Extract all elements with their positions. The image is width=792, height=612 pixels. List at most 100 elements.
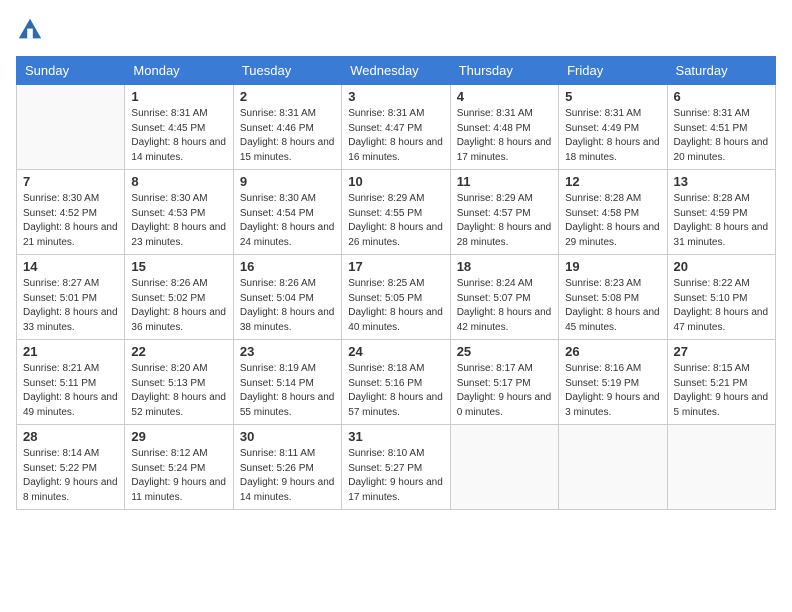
day-info: Sunrise: 8:23 AM Sunset: 5:08 PM Dayligh… xyxy=(565,277,660,335)
day-info: Sunrise: 8:25 AM Sunset: 5:05 PM Dayligh… xyxy=(348,277,443,335)
calendar-cell: 2 Sunrise: 8:31 AM Sunset: 4:46 PM Daylig… xyxy=(233,85,341,170)
calendar-cell: 13 Sunrise: 8:28 AM Sunset: 4:59 PM Dayli… xyxy=(667,170,775,255)
day-number: 31 xyxy=(348,429,443,444)
col-header-tuesday: Tuesday xyxy=(233,57,341,85)
calendar-cell: 28Sunrise: 8:14 AM Sunset: 5:22 PM Dayli… xyxy=(17,425,125,510)
day-number: 12 xyxy=(565,174,660,189)
calendar-cell: 23Sunrise: 8:19 AM Sunset: 5:14 PM Dayli… xyxy=(233,340,341,425)
day-number: 1 xyxy=(131,89,226,104)
calendar-cell: 26 Sunrise: 8:16 AM Sunset: 5:19 PM Dayli… xyxy=(559,340,667,425)
calendar-cell: 25 Sunrise: 8:17 AM Sunset: 5:17 PM Dayli… xyxy=(450,340,558,425)
day-info: Sunrise: 8:11 AM Sunset: 5:26 PM Dayligh… xyxy=(240,447,335,505)
calendar-cell: 19 Sunrise: 8:23 AM Sunset: 5:08 PM Dayli… xyxy=(559,255,667,340)
logo-icon xyxy=(16,16,44,44)
calendar-cell: 16 Sunrise: 8:26 AM Sunset: 5:04 PM Dayli… xyxy=(233,255,341,340)
day-number: 18 xyxy=(457,259,552,274)
calendar-cell: 9 Sunrise: 8:30 AM Sunset: 4:54 PM Daylig… xyxy=(233,170,341,255)
day-info: Sunrise: 8:30 AM Sunset: 4:52 PM Dayligh… xyxy=(23,192,118,250)
day-info: Sunrise: 8:31 AM Sunset: 4:47 PM Dayligh… xyxy=(348,107,443,165)
day-number: 13 xyxy=(674,174,769,189)
day-number: 15 xyxy=(131,259,226,274)
day-number: 27 xyxy=(674,344,769,359)
day-info: Sunrise: 8:10 AM Sunset: 5:27 PM Dayligh… xyxy=(348,447,443,505)
day-info: Sunrise: 8:17 AM Sunset: 5:17 PM Dayligh… xyxy=(457,362,552,420)
calendar-cell: 30 Sunrise: 8:11 AM Sunset: 5:26 PM Dayli… xyxy=(233,425,341,510)
day-number: 2 xyxy=(240,89,335,104)
day-info: Sunrise: 8:20 AM Sunset: 5:13 PM Dayligh… xyxy=(131,362,226,420)
col-header-monday: Monday xyxy=(125,57,233,85)
calendar-cell xyxy=(667,425,775,510)
day-number: 9 xyxy=(240,174,335,189)
day-info: Sunrise: 8:16 AM Sunset: 5:19 PM Dayligh… xyxy=(565,362,660,420)
calendar-cell: 5 Sunrise: 8:31 AM Sunset: 4:49 PM Daylig… xyxy=(559,85,667,170)
day-number: 25 xyxy=(457,344,552,359)
calendar-cell xyxy=(450,425,558,510)
day-number: 16 xyxy=(240,259,335,274)
day-number: 11 xyxy=(457,174,552,189)
day-info: Sunrise: 8:30 AM Sunset: 4:53 PM Dayligh… xyxy=(131,192,226,250)
calendar-week-row: 21 Sunrise: 8:21 AM Sunset: 5:11 PM Dayli… xyxy=(17,340,776,425)
calendar-cell: 8 Sunrise: 8:30 AM Sunset: 4:53 PM Daylig… xyxy=(125,170,233,255)
day-info: Sunrise: 8:29 AM Sunset: 4:57 PM Dayligh… xyxy=(457,192,552,250)
day-number: 29 xyxy=(131,429,226,444)
day-info: Sunrise: 8:21 AM Sunset: 5:11 PM Dayligh… xyxy=(23,362,118,420)
day-info: Sunrise: 8:18 AM Sunset: 5:16 PM Dayligh… xyxy=(348,362,443,420)
calendar-cell: 4 Sunrise: 8:31 AM Sunset: 4:48 PM Daylig… xyxy=(450,85,558,170)
calendar-cell xyxy=(17,85,125,170)
calendar-week-row: 14 Sunrise: 8:27 AM Sunset: 5:01 PM Dayli… xyxy=(17,255,776,340)
day-number: 28 xyxy=(23,429,118,444)
calendar-cell: 14 Sunrise: 8:27 AM Sunset: 5:01 PM Dayli… xyxy=(17,255,125,340)
col-header-thursday: Thursday xyxy=(450,57,558,85)
day-number: 6 xyxy=(674,89,769,104)
day-info: Sunrise: 8:29 AM Sunset: 4:55 PM Dayligh… xyxy=(348,192,443,250)
day-number: 24 xyxy=(348,344,443,359)
day-info: Sunrise: 8:26 AM Sunset: 5:02 PM Dayligh… xyxy=(131,277,226,335)
calendar-cell: 31 Sunrise: 8:10 AM Sunset: 5:27 PM Dayli… xyxy=(342,425,450,510)
day-info: Sunrise: 8:15 AM Sunset: 5:21 PM Dayligh… xyxy=(674,362,769,420)
day-number: 10 xyxy=(348,174,443,189)
calendar-cell: 27 Sunrise: 8:15 AM Sunset: 5:21 PM Dayli… xyxy=(667,340,775,425)
day-info: Sunrise: 8:31 AM Sunset: 4:48 PM Dayligh… xyxy=(457,107,552,165)
day-number: 3 xyxy=(348,89,443,104)
day-number: 8 xyxy=(131,174,226,189)
day-number: 4 xyxy=(457,89,552,104)
day-info: Sunrise: 8:30 AM Sunset: 4:54 PM Dayligh… xyxy=(240,192,335,250)
col-header-friday: Friday xyxy=(559,57,667,85)
day-info: Sunrise: 8:28 AM Sunset: 4:58 PM Dayligh… xyxy=(565,192,660,250)
calendar-cell: 1 Sunrise: 8:31 AM Sunset: 4:45 PM Daylig… xyxy=(125,85,233,170)
calendar-cell: 24 Sunrise: 8:18 AM Sunset: 5:16 PM Dayli… xyxy=(342,340,450,425)
calendar-cell: 10 Sunrise: 8:29 AM Sunset: 4:55 PM Dayli… xyxy=(342,170,450,255)
day-number: 5 xyxy=(565,89,660,104)
day-number: 23 xyxy=(240,344,335,359)
calendar-cell: 6 Sunrise: 8:31 AM Sunset: 4:51 PM Daylig… xyxy=(667,85,775,170)
day-number: 21 xyxy=(23,344,118,359)
day-info: Sunrise: 8:31 AM Sunset: 4:45 PM Dayligh… xyxy=(131,107,226,165)
day-info: Sunrise: 8:31 AM Sunset: 4:49 PM Dayligh… xyxy=(565,107,660,165)
day-number: 7 xyxy=(23,174,118,189)
day-number: 26 xyxy=(565,344,660,359)
day-info: Sunrise: 8:28 AM Sunset: 4:59 PM Dayligh… xyxy=(674,192,769,250)
day-info: Sunrise: 8:31 AM Sunset: 4:51 PM Dayligh… xyxy=(674,107,769,165)
day-number: 17 xyxy=(348,259,443,274)
logo xyxy=(16,16,48,44)
day-number: 14 xyxy=(23,259,118,274)
day-number: 22 xyxy=(131,344,226,359)
day-info: Sunrise: 8:26 AM Sunset: 5:04 PM Dayligh… xyxy=(240,277,335,335)
calendar-cell: 18 Sunrise: 8:24 AM Sunset: 5:07 PM Dayli… xyxy=(450,255,558,340)
calendar-cell: 20Sunrise: 8:22 AM Sunset: 5:10 PM Dayli… xyxy=(667,255,775,340)
calendar-week-row: 28Sunrise: 8:14 AM Sunset: 5:22 PM Dayli… xyxy=(17,425,776,510)
header xyxy=(16,16,776,44)
day-number: 19 xyxy=(565,259,660,274)
day-info: Sunrise: 8:27 AM Sunset: 5:01 PM Dayligh… xyxy=(23,277,118,335)
day-number: 30 xyxy=(240,429,335,444)
calendar-cell: 3 Sunrise: 8:31 AM Sunset: 4:47 PM Daylig… xyxy=(342,85,450,170)
calendar: SundayMondayTuesdayWednesdayThursdayFrid… xyxy=(16,56,776,510)
day-info: Sunrise: 8:24 AM Sunset: 5:07 PM Dayligh… xyxy=(457,277,552,335)
calendar-cell: 11 Sunrise: 8:29 AM Sunset: 4:57 PM Dayli… xyxy=(450,170,558,255)
calendar-cell: 17 Sunrise: 8:25 AM Sunset: 5:05 PM Dayli… xyxy=(342,255,450,340)
day-info: Sunrise: 8:31 AM Sunset: 4:46 PM Dayligh… xyxy=(240,107,335,165)
day-number: 20 xyxy=(674,259,769,274)
calendar-cell: 12 Sunrise: 8:28 AM Sunset: 4:58 PM Dayli… xyxy=(559,170,667,255)
calendar-cell: 22 Sunrise: 8:20 AM Sunset: 5:13 PM Dayli… xyxy=(125,340,233,425)
calendar-week-row: 7 Sunrise: 8:30 AM Sunset: 4:52 PM Daylig… xyxy=(17,170,776,255)
